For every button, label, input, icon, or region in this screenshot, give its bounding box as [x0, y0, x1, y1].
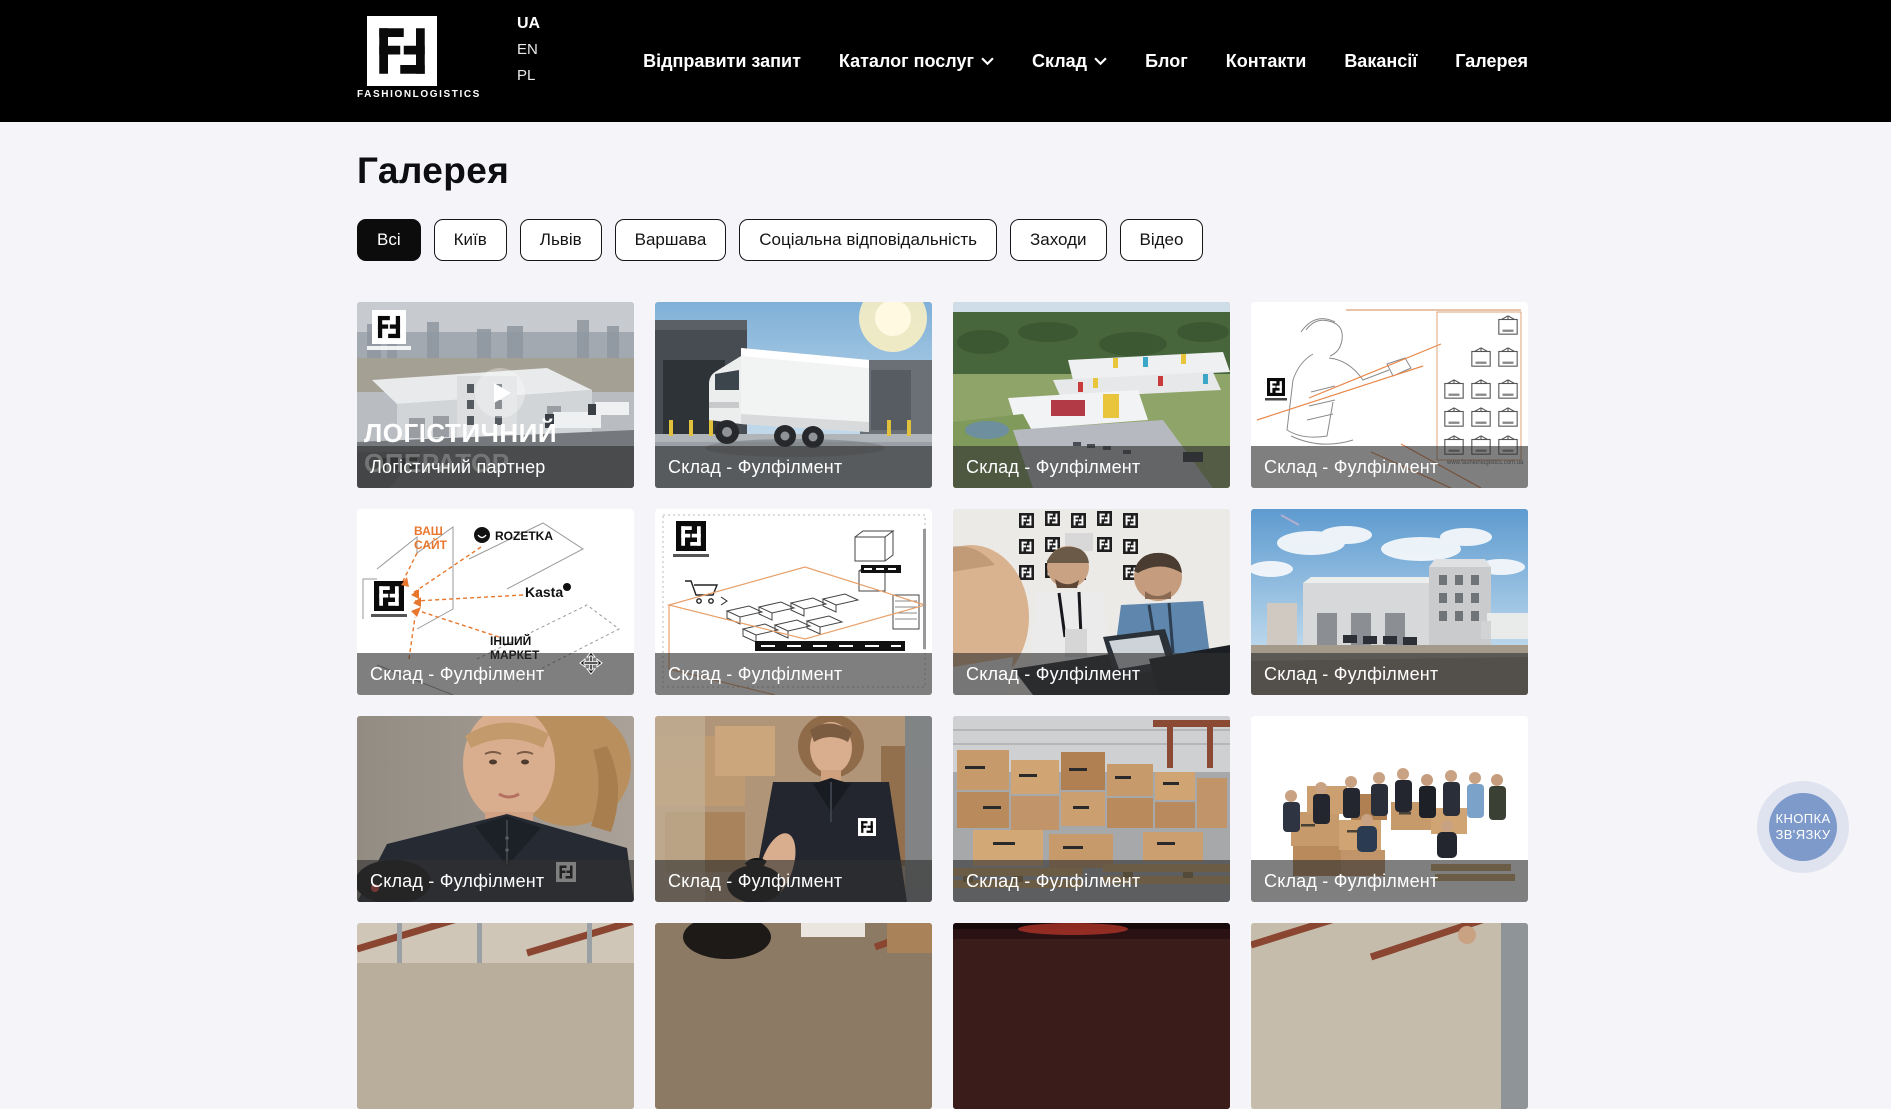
gallery-card[interactable]: Склад - Фулфілмент	[953, 716, 1230, 902]
card-image	[357, 923, 634, 1109]
gallery-card[interactable]: Склад - Фулфілмент	[953, 509, 1230, 695]
filter-all[interactable]: Всі	[357, 219, 421, 261]
svg-text:ROZETKA: ROZETKA	[495, 529, 553, 543]
nav-send-request[interactable]: Відправити запит	[643, 51, 801, 72]
gallery-card[interactable]: Склад - Фулфілмент	[357, 716, 634, 902]
lang-pl[interactable]: PL	[517, 66, 540, 85]
card-caption: Склад - Фулфілмент	[655, 653, 932, 695]
brand-name: FASHIONLOGISTICS	[357, 89, 449, 100]
gallery-card[interactable]: ВАШ САЙТ ROZETKA Kasta ІНШИЙ МАРКЕТ	[357, 509, 634, 695]
nav-services-catalog[interactable]: Каталог послуг	[839, 51, 994, 72]
logo-icon	[357, 16, 447, 86]
filter-social-responsibility[interactable]: Соціальна відповідальність	[739, 219, 997, 261]
card-caption: Склад - Фулфілмент	[1251, 446, 1528, 488]
play-icon	[494, 383, 511, 403]
gallery-card[interactable]: Склад - Фулфілмент	[1251, 509, 1528, 695]
gallery-card[interactable]: Склад - Фулфілмент	[655, 509, 932, 695]
card-caption: Склад - Фулфілмент	[953, 860, 1230, 902]
logo[interactable]: FASHIONLOGISTICS	[357, 16, 449, 100]
svg-text:ВАШ: ВАШ	[414, 524, 443, 538]
filter-lviv[interactable]: Львів	[520, 219, 602, 261]
play-button[interactable]	[475, 368, 525, 418]
filter-warsaw[interactable]: Варшава	[615, 219, 727, 261]
card-image	[1251, 923, 1528, 1109]
filter-kyiv[interactable]: Київ	[434, 219, 507, 261]
site-header: FASHIONLOGISTICS UA EN PL Відправити зап…	[0, 0, 1891, 122]
gallery-card[interactable]	[1251, 923, 1528, 1109]
gallery-card[interactable]: Склад - Фулфілмент	[655, 716, 932, 902]
language-switcher: UA EN PL	[517, 14, 540, 85]
gallery-card[interactable]: Склад - Фулфілмент	[655, 302, 932, 488]
card-caption: Логістичний партнер	[357, 446, 634, 488]
card-image	[655, 923, 932, 1109]
gallery-grid: ЛОГІСТИЧНИЙ ОПЕРАТОР Логістичний партнер	[357, 302, 1528, 1109]
gallery-card[interactable]	[953, 923, 1230, 1109]
gallery-card[interactable]: Склад - Фулфілмент	[1251, 716, 1528, 902]
svg-text:САЙТ: САЙТ	[414, 537, 448, 552]
chevron-down-icon	[1094, 57, 1107, 65]
nav-warehouse[interactable]: Склад	[1032, 51, 1107, 72]
card-caption: Склад - Фулфілмент	[953, 446, 1230, 488]
card-caption: Склад - Фулфілмент	[357, 860, 634, 902]
main-nav: Відправити запит Каталог послуг Склад Бл…	[643, 0, 1528, 122]
lang-ua[interactable]: UA	[517, 14, 540, 33]
gallery-card[interactable]	[655, 923, 932, 1109]
gallery-card[interactable]	[357, 923, 634, 1109]
card-caption: Склад - Фулфілмент	[1251, 653, 1528, 695]
card-image	[953, 923, 1230, 1109]
nav-gallery[interactable]: Галерея	[1455, 51, 1528, 72]
filter-events[interactable]: Заходи	[1010, 219, 1107, 261]
chevron-down-icon	[981, 57, 994, 65]
svg-text:Kasta: Kasta	[525, 584, 563, 600]
lang-en[interactable]: EN	[517, 40, 540, 59]
page-title: Галерея	[357, 150, 509, 192]
card-caption: Склад - Фулфілмент	[1251, 860, 1528, 902]
gallery-card-video[interactable]: ЛОГІСТИЧНИЙ ОПЕРАТОР Логістичний партнер	[357, 302, 634, 488]
contact-button-line1: КНОПКА	[1775, 811, 1830, 827]
gallery-card[interactable]: www.fashionlogistics.com.ua Склад - Фулф…	[1251, 302, 1528, 488]
contact-floating-button[interactable]: КНОПКА ЗВ'ЯЗКУ	[1757, 781, 1849, 873]
card-caption: Склад - Фулфілмент	[655, 446, 932, 488]
logo-watermark	[367, 310, 411, 350]
nav-vacancies[interactable]: Вакансії	[1344, 51, 1417, 72]
nav-blog[interactable]: Блог	[1145, 51, 1188, 72]
svg-text:ІНШИЙ: ІНШИЙ	[490, 633, 531, 648]
contact-button-line2: ЗВ'ЯЗКУ	[1775, 827, 1830, 843]
card-caption: Склад - Фулфілмент	[953, 653, 1230, 695]
move-cursor-icon	[579, 651, 603, 675]
card-caption: Склад - Фулфілмент	[655, 860, 932, 902]
contact-button-inner: КНОПКА ЗВ'ЯЗКУ	[1769, 793, 1837, 861]
gallery-filters: Всі Київ Львів Варшава Соціальна відпові…	[357, 219, 1203, 261]
nav-contacts[interactable]: Контакти	[1226, 51, 1307, 72]
gallery-card[interactable]: Склад - Фулфілмент	[953, 302, 1230, 488]
filter-video[interactable]: Відео	[1120, 219, 1204, 261]
